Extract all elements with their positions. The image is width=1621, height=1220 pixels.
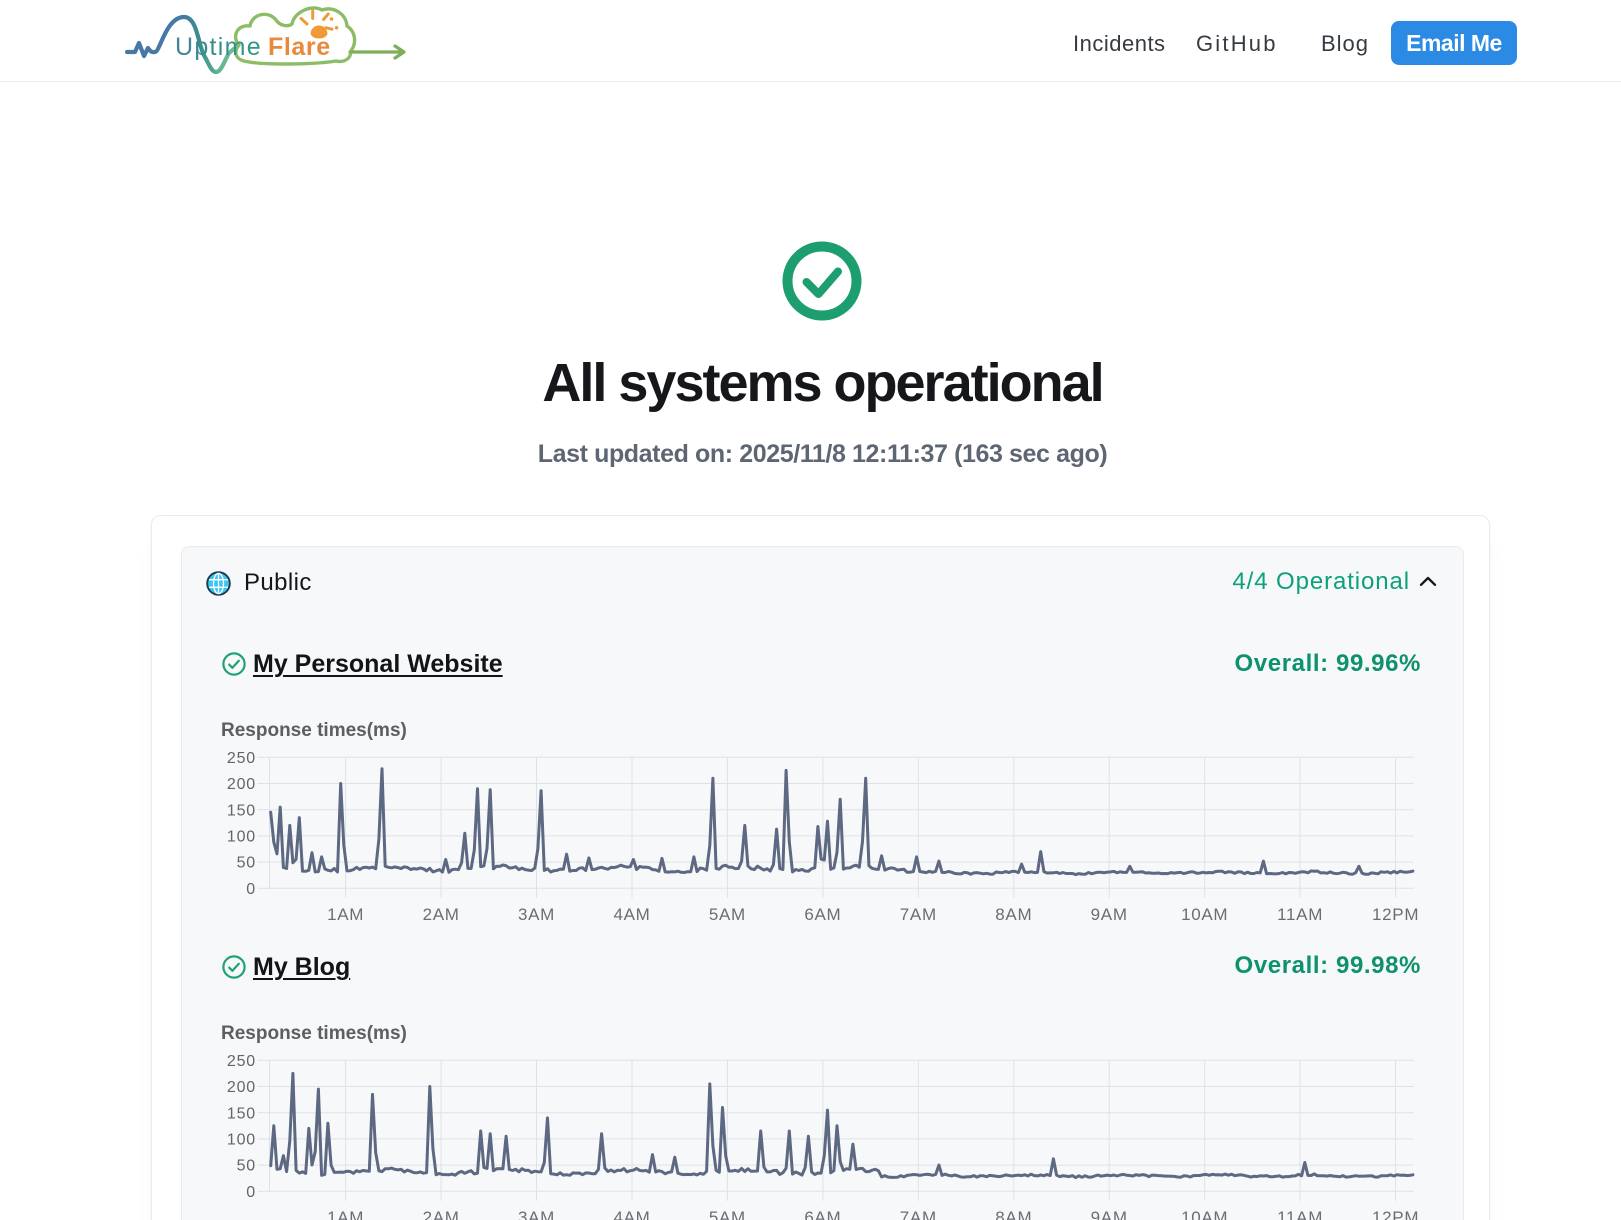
svg-text:10AM: 10AM (1181, 1208, 1228, 1220)
svg-text:3AM: 3AM (518, 905, 555, 924)
svg-text:Uptime: Uptime (175, 33, 262, 61)
svg-text:200: 200 (227, 776, 256, 793)
svg-text:2AM: 2AM (423, 1208, 460, 1220)
svg-text:7AM: 7AM (900, 1208, 937, 1220)
svg-text:50: 50 (237, 1158, 256, 1175)
svg-text:0: 0 (246, 1184, 256, 1201)
svg-text:6AM: 6AM (804, 1208, 841, 1220)
svg-text:3AM: 3AM (518, 1208, 555, 1220)
svg-text:150: 150 (227, 1105, 256, 1122)
svg-text:1AM: 1AM (327, 1208, 364, 1220)
svg-text:5AM: 5AM (709, 1208, 746, 1220)
svg-text:50: 50 (237, 855, 256, 872)
svg-text:4AM: 4AM (613, 905, 650, 924)
svg-text:2AM: 2AM (423, 905, 460, 924)
svg-text:100: 100 (227, 829, 256, 846)
svg-text:9AM: 9AM (1091, 905, 1128, 924)
svg-text:8AM: 8AM (995, 1208, 1032, 1220)
svg-text:11AM: 11AM (1277, 1208, 1323, 1220)
svg-text:150: 150 (227, 802, 256, 819)
svg-text:5AM: 5AM (709, 905, 746, 924)
svg-text:0: 0 (246, 881, 256, 898)
svg-text:100: 100 (227, 1132, 256, 1149)
svg-text:10AM: 10AM (1181, 905, 1228, 924)
svg-text:6AM: 6AM (804, 905, 841, 924)
svg-text:12PM: 12PM (1372, 1208, 1419, 1220)
svg-text:1AM: 1AM (327, 905, 364, 924)
svg-text:250: 250 (227, 1053, 256, 1070)
svg-text:7AM: 7AM (900, 905, 937, 924)
svg-text:8AM: 8AM (995, 905, 1032, 924)
svg-text:9AM: 9AM (1091, 1208, 1128, 1220)
svg-text:11AM: 11AM (1277, 905, 1323, 924)
svg-text:Flare: Flare (268, 33, 331, 61)
svg-text:12PM: 12PM (1372, 905, 1419, 924)
svg-text:4AM: 4AM (613, 1208, 650, 1220)
svg-text:200: 200 (227, 1079, 256, 1096)
svg-text:250: 250 (227, 750, 256, 767)
